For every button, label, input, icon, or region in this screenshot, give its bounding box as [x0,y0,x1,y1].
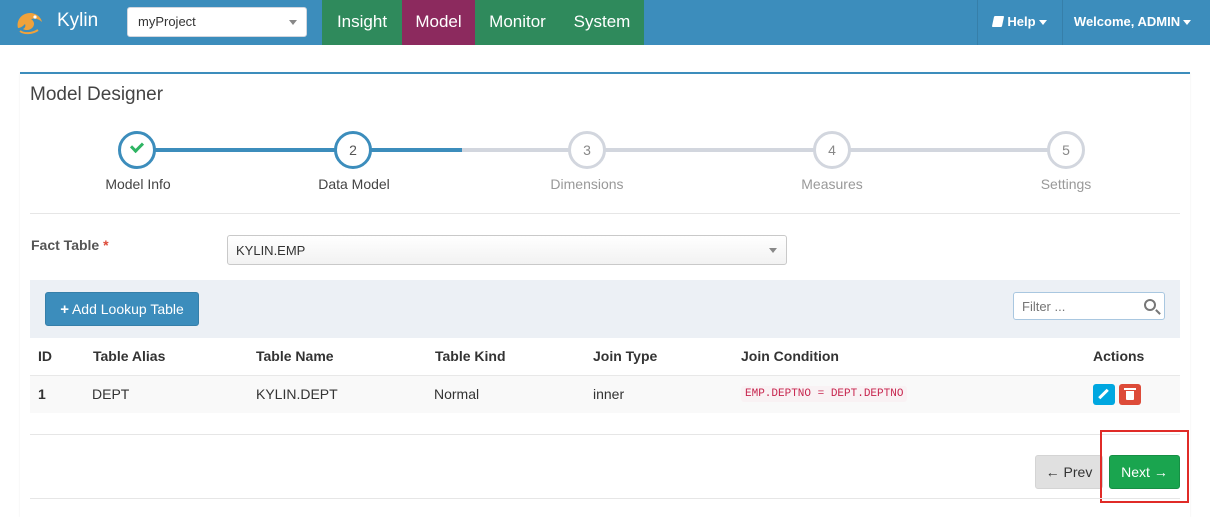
wizard-step-label: Dimensions [550,176,624,192]
filter-input[interactable] [1013,292,1165,320]
search-icon[interactable] [1144,299,1156,311]
tab-system[interactable]: System [560,0,644,45]
tab-model[interactable]: Model [402,0,475,45]
caret-down-icon [1183,20,1192,26]
add-lookup-table-button[interactable]: + Add Lookup Table [45,292,199,326]
wizard-step-label: Model Info [105,176,171,192]
welcome-label: Welcome, ADMIN [1073,14,1181,29]
caret-down-icon [1038,20,1047,26]
wizard-step-label: Measures [801,176,863,192]
cell-id: 1 [38,386,46,402]
trash-icon [1124,388,1136,400]
wizard-step-label: Data Model [318,176,390,192]
divider [30,213,1180,214]
tab-insight[interactable]: Insight [322,0,402,45]
cell-table-name: KYLIN.DEPT [256,386,338,402]
column-header-join-type: Join Type [593,348,658,364]
project-select[interactable]: myProject [127,7,307,37]
user-menu[interactable]: Welcome, ADMIN [1062,0,1202,45]
add-lookup-table-label: Add Lookup Table [71,301,184,317]
wizard-progress-remaining [462,148,1066,152]
cell-join-condition: EMP.DEPTNO = DEPT.DEPTNO [741,386,908,402]
wizard-step-label: Settings [1040,176,1092,192]
wizard-step-1[interactable] [118,131,156,169]
divider [30,434,1180,435]
required-mark: * [103,237,109,253]
chevron-down-icon [769,248,777,253]
page-title: Model Designer [30,84,164,105]
wizard-step-5[interactable]: 5 [1047,131,1085,169]
column-header-actions: Actions [1093,348,1145,364]
highlight-box [1100,430,1189,503]
kylin-logo-icon[interactable] [12,6,48,38]
book-icon [992,16,1005,27]
lookup-table-toolbar [30,280,1180,338]
project-select-value: myProject [138,14,196,29]
fact-table-label: Fact Table * [31,237,109,253]
divider [30,498,1180,499]
wizard-step-4[interactable]: 4 [813,131,851,169]
top-navbar: Kylin myProject Insight Model Monitor Sy… [0,0,1210,45]
plus-icon: + [60,301,69,318]
pencil-icon [1098,388,1109,400]
cell-join-type: inner [593,386,625,402]
column-header-table-kind: Table Kind [435,348,506,364]
tab-monitor[interactable]: Monitor [475,0,560,45]
column-header-table-alias: Table Alias [93,348,166,364]
wizard-step-3[interactable]: 3 [568,131,606,169]
prev-label: Prev [1063,464,1093,480]
cell-table-kind: Normal [434,386,480,402]
column-header-id: ID [38,348,52,364]
brand-title[interactable]: Kylin [57,10,98,32]
column-header-join-condition: Join Condition [741,348,839,364]
wizard-progress-done [137,148,462,152]
cell-table-alias: DEPT [92,386,130,402]
help-label: Help [1007,14,1036,29]
chevron-down-icon [289,20,297,25]
fact-table-label-text: Fact Table [31,237,100,253]
help-menu[interactable]: Help [977,0,1062,45]
column-header-table-name: Table Name [256,348,334,364]
wizard-step-2[interactable]: 2 [334,131,372,169]
prev-button[interactable]: ← Prev [1035,455,1103,489]
fact-table-select-value: KYLIN.EMP [236,243,306,258]
delete-button[interactable] [1119,384,1141,405]
arrow-left-icon: ← [1045,464,1060,480]
check-icon [129,138,145,154]
fact-table-select[interactable]: KYLIN.EMP [227,235,787,265]
edit-button[interactable] [1093,384,1115,405]
